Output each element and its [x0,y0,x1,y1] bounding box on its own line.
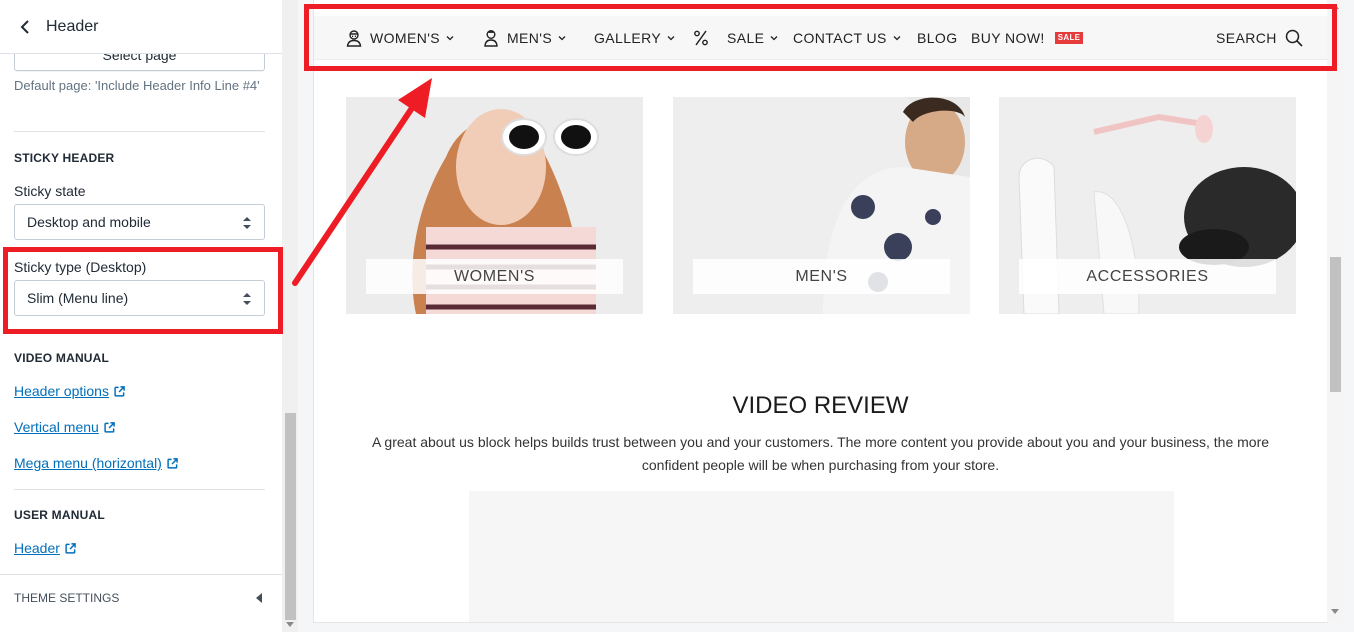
sidebar-scrollbar[interactable] [282,0,298,632]
theme-editor-window: Select page Default page: 'Include Heade… [0,0,1354,632]
nav-item-mens[interactable]: MEN'S [481,16,566,60]
link-label: Mega menu (horizontal) [14,455,162,471]
scrollbar-thumb[interactable] [1330,257,1341,392]
link-mega-menu[interactable]: Mega menu (horizontal) [14,455,178,471]
scroll-down-icon[interactable] [286,622,294,627]
sidebar-header: Header [0,0,282,54]
video-review-text: A great about us block helps builds trus… [371,434,1270,473]
divider [14,489,265,490]
select-page-button[interactable]: Select page [14,54,265,71]
nav-label: GALLERY [594,30,662,46]
link-vertical-menu[interactable]: Vertical menu [14,419,115,435]
sticky-menu-line: WOMEN'S MEN'S GALLERY SALE CONTACT US BL… [314,16,1327,60]
nav-item-buy-now[interactable]: BUY NOW! SALE [971,16,1084,60]
woman-icon [346,30,362,47]
nav-item-gallery[interactable]: GALLERY [594,16,675,60]
chevron-left-icon [20,19,29,34]
scroll-up-icon[interactable] [1331,4,1339,9]
chevron-down-icon [770,36,778,41]
store-preview: WOMEN'S MEN'S GALLERY SALE CONTACT US BL… [314,0,1327,622]
select-arrows-icon [243,293,251,305]
select-arrows-icon [243,217,251,229]
sidebar-title: Header [46,17,99,35]
chevron-down-icon [893,36,901,41]
nav-label: MEN'S [507,30,553,46]
search-label: SEARCH [1216,30,1277,46]
external-link-icon [104,421,115,433]
video-manual-heading: VIDEO MANUAL [14,351,110,365]
collection-label: WOMEN'S [366,259,623,294]
scrollbar-thumb[interactable] [285,413,296,620]
divider [14,131,265,132]
collection-tile-womens[interactable]: WOMEN'S [346,97,643,314]
back-button[interactable] [14,16,36,38]
theme-settings-toggle[interactable]: THEME SETTINGS [0,574,282,620]
collection-tile-accessories[interactable]: ACCESSORIES [999,97,1296,314]
nav-item-womens[interactable]: WOMEN'S [344,16,454,60]
link-header-manual[interactable]: Header [14,540,76,556]
nav-label: SALE [727,30,765,46]
preview-scrollbar[interactable] [1327,0,1343,622]
user-manual-heading: USER MANUAL [14,508,105,522]
percent-icon [694,30,708,46]
nav-item-sale[interactable]: SALE [691,16,778,60]
sticky-state-label: Sticky state [14,183,86,199]
link-label: Vertical menu [14,419,99,435]
nav-label: CONTACT US [793,30,887,46]
collection-tile-mens[interactable]: MEN'S [673,97,970,314]
chevron-down-icon [667,36,675,41]
settings-sidebar: Select page Default page: 'Include Heade… [0,0,282,632]
sticky-state-select[interactable]: Desktop and mobile [14,204,265,240]
sticky-type-label: Sticky type (Desktop) [14,259,147,275]
scroll-down-icon[interactable] [1331,609,1339,614]
nav-item-contact-us[interactable]: CONTACT US [793,16,901,60]
sticky-type-select[interactable]: Slim (Menu line) [14,280,265,316]
search-button[interactable]: SEARCH [1216,16,1303,60]
caret-left-icon [256,593,262,603]
link-label: Header options [14,383,109,399]
external-link-icon [167,457,178,469]
chevron-down-icon [446,36,454,41]
video-placeholder[interactable] [469,491,1174,622]
default-page-help-text: Default page: 'Include Header Info Line … [14,78,260,93]
sticky-header-heading: STICKY HEADER [14,151,115,165]
nav-label: BLOG [917,30,958,46]
link-label: Header [14,540,60,556]
nav-label: BUY NOW! [971,30,1045,46]
external-link-icon [65,542,76,554]
sticky-type-value: Slim (Menu line) [27,290,129,306]
theme-settings-label: THEME SETTINGS [14,590,120,605]
chevron-down-icon [558,36,566,41]
sale-badge: SALE [1054,32,1084,44]
collection-label: ACCESSORIES [1019,259,1276,294]
nav-label: WOMEN'S [370,30,441,46]
link-header-options[interactable]: Header options [14,383,125,399]
video-review-title: VIDEO REVIEW [732,392,909,419]
sticky-state-value: Desktop and mobile [27,214,151,230]
search-icon [1285,29,1303,47]
nav-item-blog[interactable]: BLOG [917,16,958,60]
external-link-icon [114,385,125,397]
sidebar-body[interactable]: Select page Default page: 'Include Heade… [0,54,282,574]
collection-label: MEN'S [693,259,950,294]
man-icon [484,30,498,47]
